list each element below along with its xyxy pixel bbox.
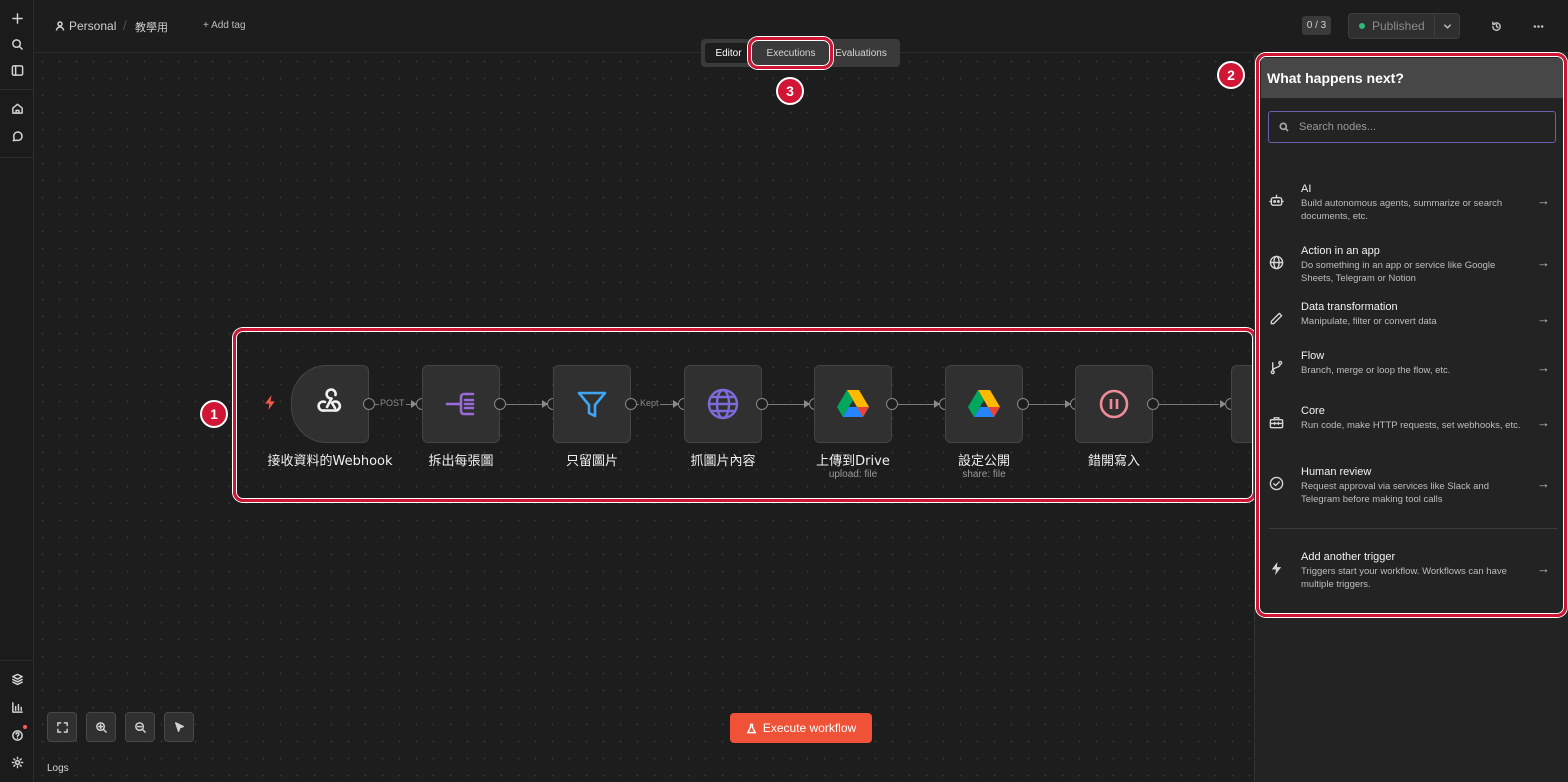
search-icon[interactable] [6, 33, 28, 55]
execute-workflow-label: Execute workflow [762, 721, 857, 735]
publish-dropdown-button[interactable] [1434, 13, 1460, 39]
breadcrumb-project[interactable]: Personal [55, 19, 116, 33]
left-rail [0, 0, 34, 782]
chevron-down-icon [1443, 23, 1451, 29]
insights-icon[interactable] [6, 696, 28, 718]
sidebar-toggle-icon[interactable] [6, 59, 28, 81]
published-button[interactable]: Published [1348, 13, 1435, 39]
workflow-name[interactable]: 教學用 [135, 19, 168, 35]
annotation-box-3 [748, 37, 833, 69]
plus-icon[interactable] [6, 7, 28, 29]
history-icon[interactable] [1487, 17, 1505, 35]
notification-dot [23, 725, 27, 729]
user-icon [55, 21, 65, 31]
version-counter: 0 / 3 [1302, 16, 1331, 35]
project-name: Personal [69, 19, 117, 33]
fit-view-button[interactable] [47, 712, 77, 742]
annotation-number-3: 3 [776, 77, 804, 105]
zoom-in-button[interactable] [86, 712, 116, 742]
annotation-number-1: 1 [200, 400, 228, 428]
fit-view-icon [56, 721, 68, 733]
workflow-canvas[interactable]: POST 接收資料的Webhook 拆出每張圖 Kept 只留圖片 抓圖片內容 … [34, 53, 1254, 782]
more-options-icon[interactable] [1529, 17, 1547, 35]
status-label: Published [1372, 19, 1425, 33]
settings-icon[interactable] [6, 751, 28, 773]
breadcrumb-separator: / [123, 18, 127, 33]
chat-icon[interactable] [6, 125, 28, 147]
annotation-box-1 [233, 328, 1254, 502]
add-tag-button[interactable]: + Add tag [203, 20, 246, 31]
tab-editor[interactable]: Editor [705, 43, 752, 63]
annotation-box-2 [1256, 53, 1567, 617]
zoom-out-button[interactable] [125, 712, 155, 742]
tab-evaluations[interactable]: Evaluations [829, 43, 893, 63]
status-dot [1359, 23, 1365, 29]
home-icon[interactable] [6, 97, 28, 119]
execute-workflow-button[interactable]: Execute workflow [730, 713, 872, 743]
tidy-up-button[interactable] [164, 712, 194, 742]
zoom-in-icon [95, 721, 107, 733]
cursor-icon [174, 721, 184, 732]
logs-label[interactable]: Logs [47, 763, 69, 774]
templates-icon[interactable] [6, 668, 28, 690]
zoom-out-icon [134, 721, 146, 733]
annotation-number-2: 2 [1217, 61, 1245, 89]
flask-icon [746, 723, 757, 733]
